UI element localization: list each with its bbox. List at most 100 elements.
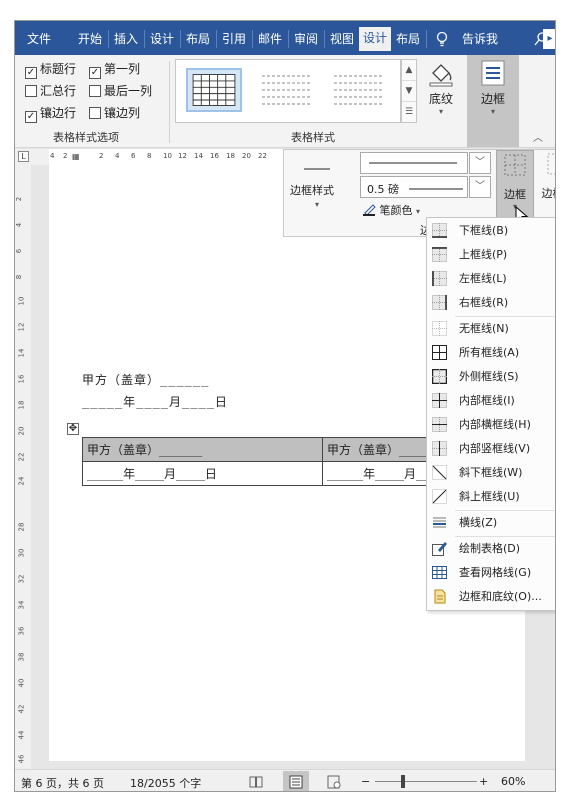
menu-item-left-border[interactable]: 左框线(L) bbox=[427, 267, 555, 291]
group-label-table-styles: 表格样式 bbox=[291, 131, 335, 144]
shading-button[interactable]: 底纹 ▾ bbox=[423, 57, 459, 123]
menu-item-no-border[interactable]: 无框线(N) bbox=[427, 317, 555, 341]
menu-item-bottom-border[interactable]: 下框线(B) bbox=[427, 219, 555, 243]
menu-item-label: 绘制表格(D) bbox=[459, 542, 521, 555]
menu-item-label: 内部竖框线(V) bbox=[459, 442, 531, 455]
menu-item-label: 右框线(R) bbox=[459, 296, 509, 309]
menu-item-top-border[interactable]: 上框线(P) bbox=[427, 243, 555, 267]
chevron-down-icon: ▾ bbox=[416, 207, 421, 216]
horizontal-line-icon bbox=[433, 517, 446, 528]
ruler-tick: 42 bbox=[17, 704, 26, 714]
zoom-slider-track[interactable] bbox=[375, 781, 477, 782]
line-style-chevron-icon[interactable]: ﹀ bbox=[469, 152, 491, 174]
table-style-light-thumb[interactable] bbox=[330, 68, 386, 112]
gallery-up-icon[interactable]: ▲ bbox=[402, 60, 416, 81]
last-column-checkbox[interactable]: 最后一列 bbox=[89, 83, 152, 99]
tab-view[interactable]: 视图 bbox=[327, 28, 357, 50]
shading-label: 底纹 bbox=[428, 92, 453, 106]
collapse-ribbon-icon[interactable]: ︿ bbox=[533, 129, 543, 144]
lightbulb-icon[interactable] bbox=[435, 31, 449, 47]
table-style-grid-thumb[interactable] bbox=[186, 68, 242, 112]
table-move-handle-icon[interactable]: ✥ bbox=[67, 423, 79, 435]
total-row-checkbox[interactable]: 汇总行 bbox=[25, 83, 76, 99]
tab-file[interactable]: 文件 bbox=[19, 28, 59, 50]
tab-insert[interactable]: 插入 bbox=[111, 28, 141, 50]
line-style-preview-icon bbox=[369, 162, 457, 164]
gallery-down-icon[interactable]: ▼ bbox=[402, 81, 416, 102]
tab-table-design[interactable]: 设计 bbox=[359, 27, 391, 51]
table-cell[interactable]: 甲方（盖章）______ bbox=[82, 437, 323, 462]
menu-item-label: 内部横框线(H) bbox=[459, 418, 531, 431]
tab-table-layout[interactable]: 布局 bbox=[393, 28, 423, 50]
read-mode-icon[interactable] bbox=[249, 775, 263, 789]
tab-home[interactable]: 开始 bbox=[75, 28, 105, 50]
menu-item-view-gridlines[interactable]: 查看网格线(G) bbox=[427, 561, 555, 585]
menu-item-label: 所有框线(A) bbox=[459, 346, 520, 359]
left-border-icon bbox=[432, 271, 447, 286]
menu-item-inside-borders[interactable]: 内部框线(I) bbox=[427, 389, 555, 413]
column-marker-icon[interactable]: ▦ bbox=[72, 152, 80, 161]
ruler-tick: 30 bbox=[17, 548, 26, 558]
menu-item-draw-table[interactable]: 绘制表格(D) bbox=[427, 537, 555, 561]
menu-item-right-border[interactable]: 右框线(R) bbox=[427, 291, 555, 315]
tab-review[interactable]: 审阅 bbox=[291, 28, 321, 50]
web-layout-icon[interactable] bbox=[327, 775, 341, 789]
menu-item-label: 无框线(N) bbox=[459, 322, 509, 335]
menu-item-label: 横线(Z) bbox=[459, 516, 498, 529]
borders-button[interactable]: 边框 ▾ bbox=[467, 55, 519, 147]
table-cell[interactable]: _____年____月____日 bbox=[82, 461, 323, 486]
menu-item-inside-vertical[interactable]: 内部竖框线(V) bbox=[427, 437, 555, 461]
ruler-tick: 16 bbox=[17, 374, 26, 384]
banded-rows-checkbox[interactable]: ✓ 镶边行 bbox=[25, 105, 76, 123]
zoom-out-icon[interactable]: − bbox=[361, 775, 370, 788]
menu-item-outside-borders[interactable]: 外侧框线(S) bbox=[427, 365, 555, 389]
menu-item-diagonal-down[interactable]: 斜下框线(W) bbox=[427, 461, 555, 485]
tab-design[interactable]: 设计 bbox=[147, 28, 177, 50]
print-layout-button[interactable] bbox=[283, 771, 309, 791]
ruler-tick: 24 bbox=[17, 476, 26, 486]
tab-separator bbox=[108, 30, 109, 48]
ribbon: ✓ 标题行 ✓ 第一列 汇总行 最后一列 ✓ 镶边行 镶边列 表格样式选项 ▲ … bbox=[15, 55, 555, 148]
ruler-tick: 4 bbox=[50, 152, 55, 160]
tab-selector-icon[interactable]: L bbox=[18, 151, 29, 162]
line-weight-dropdown[interactable]: 0.5 磅 bbox=[360, 176, 468, 198]
menu-item-all-borders[interactable]: 所有框线(A) bbox=[427, 341, 555, 365]
pen-color-button[interactable]: 笔颜色 ▾ bbox=[362, 202, 420, 218]
tab-layout[interactable]: 布局 bbox=[183, 28, 213, 50]
chevron-down-icon: ▾ bbox=[490, 107, 495, 116]
tell-me-box[interactable]: 告诉我 bbox=[455, 28, 505, 50]
inside-vertical-border-icon bbox=[432, 441, 447, 456]
tab-references[interactable]: 引用 bbox=[219, 28, 249, 50]
checkbox-checked-icon: ✓ bbox=[25, 111, 37, 123]
tab-mailings[interactable]: 邮件 bbox=[255, 28, 285, 50]
menu-item-label: 上框线(P) bbox=[459, 248, 508, 261]
first-column-checkbox[interactable]: ✓ 第一列 bbox=[89, 61, 140, 79]
line-weight-chevron-icon[interactable]: ﹀ bbox=[469, 176, 491, 198]
header-row-checkbox[interactable]: ✓ 标题行 bbox=[25, 61, 76, 79]
ruler-tick: 2 bbox=[63, 152, 68, 160]
zoom-slider-thumb[interactable] bbox=[401, 775, 405, 788]
diagonal-down-border-icon bbox=[432, 465, 447, 480]
zoom-level[interactable]: 60% bbox=[501, 775, 525, 788]
ruler-tick: 40 bbox=[17, 678, 26, 688]
ruler-tick: 18 bbox=[226, 152, 235, 160]
menu-item-label: 外侧框线(S) bbox=[459, 370, 519, 383]
ruler-tick: 4 bbox=[115, 152, 120, 160]
ribbon-scroll-right-icon[interactable]: ▸ bbox=[543, 29, 555, 49]
border-painter-icon bbox=[547, 153, 555, 175]
word-count[interactable]: 18/2055 个字 bbox=[130, 775, 201, 791]
menu-item-borders-and-shading[interactable]: 边框和底纹(O)... bbox=[427, 585, 555, 609]
zoom-in-icon[interactable]: + bbox=[479, 775, 488, 788]
menu-item-label: 内部框线(I) bbox=[459, 394, 515, 407]
menu-item-horizontal-line[interactable]: 横线(Z) bbox=[427, 511, 555, 535]
menu-item-inside-horizontal[interactable]: 内部横框线(H) bbox=[427, 413, 555, 437]
border-styles-button[interactable]: 边框样式 bbox=[290, 182, 334, 198]
gallery-more-icon[interactable]: ☰ bbox=[402, 102, 416, 123]
table-style-plain-thumb[interactable] bbox=[258, 68, 314, 112]
banded-columns-checkbox[interactable]: 镶边列 bbox=[89, 105, 140, 121]
menu-item-diagonal-up[interactable]: 斜上框线(U) bbox=[427, 485, 555, 509]
diagonal-up-border-icon bbox=[432, 489, 447, 504]
page-count[interactable]: 第 6 页，共 6 页 bbox=[21, 775, 104, 791]
border-painter-button[interactable]: 边框刷 bbox=[538, 150, 555, 218]
line-style-dropdown[interactable] bbox=[360, 152, 468, 174]
